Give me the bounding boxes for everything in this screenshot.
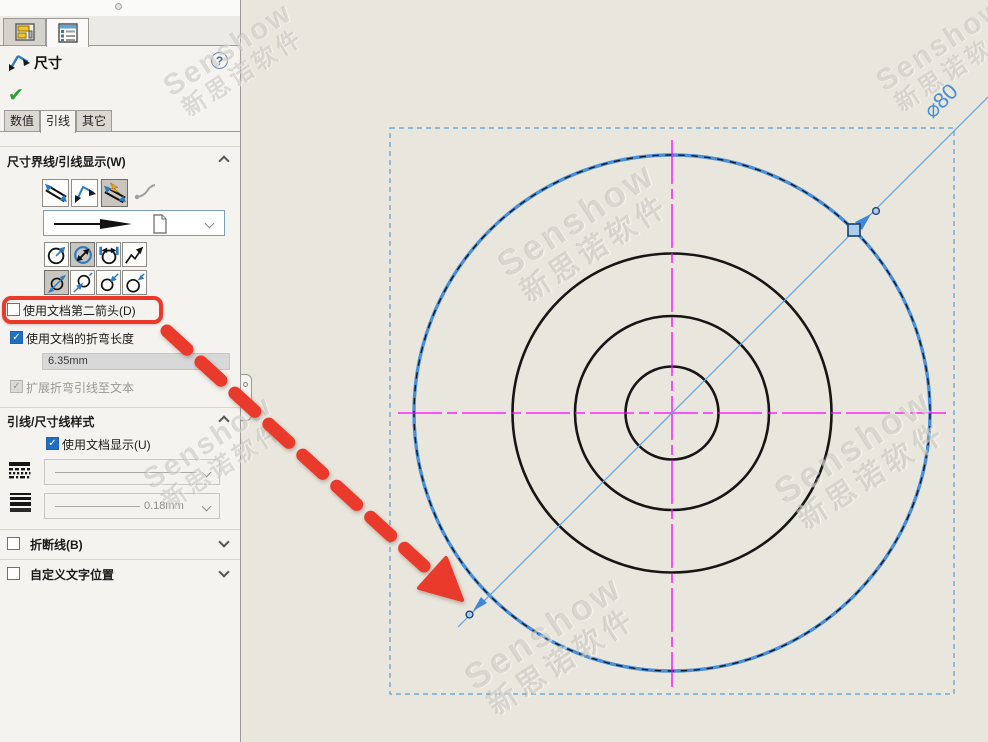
diameter-two-arrows-icon [46,272,68,294]
diameter-arrow-outside-button[interactable] [122,270,147,295]
extend-bent-leader-label: 扩展折弯引线至文本 [26,379,134,396]
diameter-arrow-inside-button[interactable] [96,270,121,295]
circle-solid-leader-button[interactable] [96,242,121,267]
circle-arrow-in-icon [72,244,94,266]
diameter-dimension-line[interactable] [458,97,988,627]
check-icon[interactable] [8,84,24,107]
leader-style-section-title: 引线/尺寸线样式 [7,413,94,430]
chevron-down-icon [202,502,212,512]
arrows-inside-button[interactable] [42,179,69,207]
panel-title: 尺寸 [34,53,62,73]
solid-arrowhead-preview [52,216,137,232]
circle-solid-leader-icon [98,244,120,266]
leader-arrow-button[interactable] [71,179,98,207]
dimension-grip-dot-upper[interactable] [873,208,880,215]
panel-grip-icon[interactable] [241,374,252,421]
tab-leaders[interactable]: 引线 [40,110,76,133]
chevron-down-icon [202,468,212,478]
tab-property-manager[interactable] [3,18,46,46]
break-line-checkbox[interactable] [7,537,20,550]
use-document-display-checkbox[interactable] [46,437,59,450]
line-thickness-icon [9,493,33,517]
line-style-icon [8,462,32,484]
arrow-style-dropdown[interactable] [43,210,225,236]
red-highlight-box [2,296,163,324]
diameter-arrow-outside-icon [124,272,146,294]
leader-bent-arrow-icon [73,182,97,204]
panel-tab-bar [0,16,240,46]
panel-header: 尺寸 [0,50,240,76]
diameter-arrow-through-button[interactable] [70,270,95,295]
diameter-arrow-inside-icon [98,272,120,294]
break-line-label[interactable]: 折断线(B) [30,536,83,553]
diameter-arrow-through-icon [72,272,94,294]
arrows-smart-icon [103,182,127,204]
arrows-inside-icon [44,182,68,204]
custom-text-position-label[interactable]: 自定义文字位置 [30,566,114,583]
custom-text-position-checkbox[interactable] [7,567,20,580]
property-manager-panel: 尺寸 数值 引线 其它 尺寸界线/引线显示(W) [0,0,241,742]
line-thickness-value: 0.18mm [144,500,184,512]
drag-dot-icon[interactable] [115,3,122,10]
tab-value[interactable]: 数值 [4,110,40,132]
tab-divider [0,131,240,132]
chevron-up-icon[interactable] [218,155,229,166]
use-doc-bend-length-checkbox[interactable] [10,331,23,344]
chevron-up-icon[interactable] [218,415,229,426]
use-doc-bend-length-label[interactable]: 使用文档的折弯长度 [26,330,134,347]
curved-leader-icon [134,183,156,205]
zigzag-leader-icon [124,244,146,266]
window-form-tab-icon [14,22,36,42]
bend-length-field[interactable]: 6.35mm [42,353,230,370]
extend-bent-leader-checkbox [10,380,23,393]
dimension-arrows-icon [7,52,31,72]
chevron-down-icon[interactable] [218,566,229,577]
document-icon [152,214,168,234]
smart-arrows-button[interactable] [101,179,128,207]
diameter-two-arrows-button[interactable] [44,270,69,295]
tab-dimension-leaders[interactable] [46,18,89,47]
witness-section-title: 尺寸界线/引线显示(W) [7,153,126,170]
help-icon[interactable] [211,52,228,69]
dimension-grip-dot-lower[interactable] [466,611,473,618]
tab-other[interactable]: 其它 [76,110,112,132]
line-style-dropdown [44,459,220,485]
chevron-down-icon [205,219,215,229]
use-document-display-label[interactable]: 使用文档显示(U) [62,436,151,453]
circle-arrow-out-icon [46,244,68,266]
diameter-dimension-text[interactable]: ⌀80 [919,79,963,123]
circle-arrow-out-button[interactable] [44,242,69,267]
list-form-tab-icon [57,23,79,43]
line-thickness-dropdown: 0.18mm [44,493,220,519]
zigzag-leader-button[interactable] [122,242,147,267]
dimension-grip-square[interactable] [848,224,860,236]
circle-arrow-in-button[interactable] [70,242,95,267]
chevron-down-icon[interactable] [218,536,229,547]
second-arrowhead[interactable] [473,597,487,611]
